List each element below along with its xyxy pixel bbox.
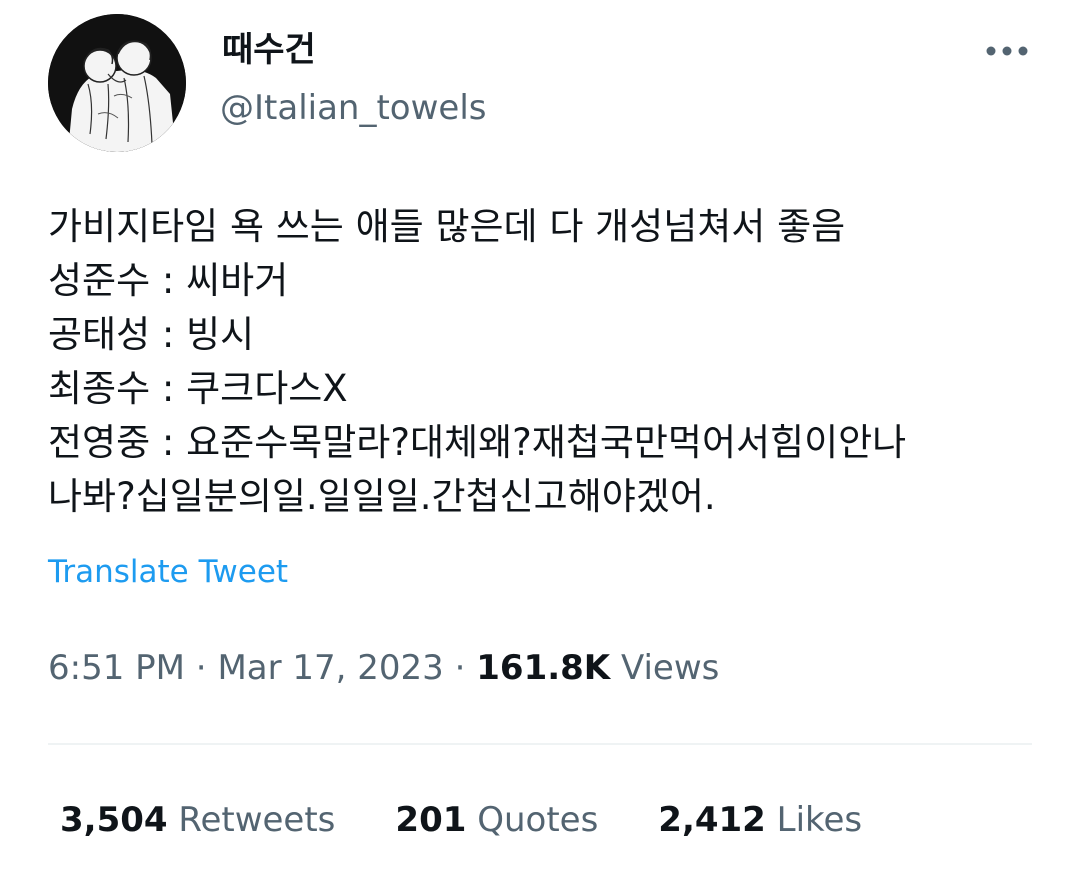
retweets-count: 3,504	[60, 800, 168, 840]
quotes-stat[interactable]: 201 Quotes	[395, 797, 598, 843]
tweet-detail: 때수건 @Italian_towels 가비지타임 욕 쓰는 애들 많은데 다 …	[0, 0, 1080, 881]
tweet-text: 가비지타임 욕 쓰는 애들 많은데 다 개성넘쳐서 좋음 성준수 : 씨바거 공…	[48, 200, 1048, 524]
meta-separator: ·	[443, 648, 477, 688]
tweet-time[interactable]: 6:51 PM	[48, 648, 185, 688]
divider	[48, 743, 1032, 745]
views-label: Views	[620, 648, 720, 688]
quotes-label: Quotes	[477, 800, 599, 840]
translate-tweet-link[interactable]: Translate Tweet	[48, 550, 288, 594]
tweet-stats: 3,504 Retweets 201 Quotes 2,412 Likes	[60, 797, 922, 843]
likes-label: Likes	[776, 800, 863, 840]
tweet-line: 성준수 : 씨바거	[48, 259, 289, 302]
tweet-meta: 6:51 PM · Mar 17, 2023 · 161.8K Views	[48, 645, 719, 691]
avatar-illustration	[48, 14, 186, 152]
tweet-line: 가비지타임 욕 쓰는 애들 많은데 다 개성넘쳐서 좋음	[48, 205, 846, 248]
user-handle[interactable]: @Italian_towels	[220, 86, 487, 130]
likes-count: 2,412	[658, 800, 766, 840]
avatar[interactable]	[48, 14, 186, 152]
meta-separator: ·	[185, 648, 218, 688]
display-name[interactable]: 때수건	[222, 28, 316, 72]
tweet-line: 최종수 : 쿠크다스X	[48, 367, 348, 410]
more-options-button[interactable]	[982, 34, 1032, 68]
more-options-icon	[985, 42, 1029, 61]
tweet-line: 나봐?십일분의일.일일일.간첩신고해야겠어.	[48, 475, 716, 518]
likes-stat[interactable]: 2,412 Likes	[658, 797, 862, 843]
tweet-line: 공태성 : 빙시	[48, 313, 255, 356]
tweet-line: 전영중 : 요준수목말라?대체왜?재첩국만먹어서힘이안나	[48, 421, 907, 464]
views-count: 161.8K	[476, 648, 611, 688]
quotes-count: 201	[395, 800, 467, 840]
tweet-date[interactable]: Mar 17, 2023	[217, 648, 443, 688]
retweets-label: Retweets	[178, 800, 336, 840]
retweets-stat[interactable]: 3,504 Retweets	[60, 797, 335, 843]
